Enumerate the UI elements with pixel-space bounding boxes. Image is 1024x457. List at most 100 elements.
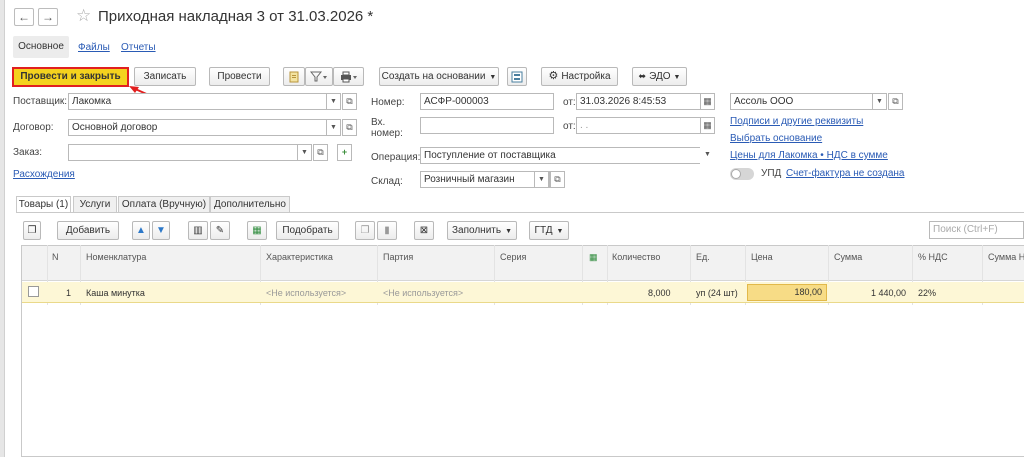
col-batch[interactable]: Партия [383,252,413,262]
in-date-label: от: [563,121,576,132]
fill-label: Заполнить [451,225,502,236]
col-vat[interactable]: % НДС [918,252,948,262]
gtd-button[interactable]: ГТД ▼ [529,221,569,240]
tab-additional[interactable]: Дополнительно [210,196,290,213]
open-icon[interactable]: ⧉ [342,93,357,110]
cell-batch[interactable]: <Не используется> [383,288,463,298]
open-icon[interactable]: ⧉ [342,119,357,136]
cell-unit[interactable]: уп (24 шт) [696,288,738,298]
move-up-button[interactable]: ▲ [132,221,150,240]
chevron-down-icon[interactable]: ▼ [326,93,341,110]
print-doc-button[interactable] [283,67,305,86]
cell-sum[interactable]: 1 440,00 [871,288,906,298]
tab-goods[interactable]: Товары (1) [16,196,71,213]
upd-toggle[interactable] [730,168,754,180]
tab-services[interactable]: Услуги [73,196,117,213]
signatures-link[interactable]: Подписи и другие реквизиты [730,116,863,127]
organization-field[interactable]: Ассоль ООО [730,93,887,110]
chevron-down-icon[interactable]: ▼ [872,93,887,110]
chevron-down-icon[interactable]: ▼ [326,119,341,136]
edo-icon: ⬌ [638,71,647,81]
order-field[interactable] [68,144,312,161]
col-sum[interactable]: Сумма [834,252,862,262]
tab-payment[interactable]: Оплата (Вручную) [118,196,210,213]
chevron-down-icon: ▼ [489,74,497,81]
tab-files[interactable]: Файлы [78,42,110,53]
gtd-label: ГТД [534,225,553,236]
calendar-icon[interactable]: ▦ [700,117,715,134]
col-n[interactable]: N [52,252,59,262]
col-price[interactable]: Цена [751,252,773,262]
excel-button[interactable]: ⊠ [414,221,434,240]
col-characteristic[interactable]: Характеристика [266,252,333,262]
post-and-close-button[interactable]: Провести и закрыть [12,67,129,87]
add-row-button[interactable]: Добавить [57,221,119,240]
row-checkbox[interactable] [28,286,39,297]
toggle-knob [731,169,741,179]
fill-button[interactable]: Заполнить ▼ [447,221,517,240]
col-item[interactable]: Номенклатура [86,252,146,262]
forward-button[interactable]: → [38,8,58,26]
discrepancies-link[interactable]: Расхождения [13,169,75,180]
date-label: от: [563,97,576,108]
favorite-star-icon[interactable]: ☆ [76,6,91,26]
search-input[interactable]: Поиск (Ctrl+F) [929,221,1024,239]
add-order-icon[interactable]: + [337,144,352,161]
operation-label: Операция: [371,152,421,163]
cell-item[interactable]: Каша минутка [86,288,145,298]
number-field[interactable]: АСФР-000003 [420,93,554,110]
edo-label: ЭДО [649,71,671,82]
in-number-label-2: номер: [371,128,403,139]
edo-button[interactable]: ⬌ ЭДО ▼ [632,67,687,86]
columns-button[interactable]: ▮ [377,221,397,240]
cell-quantity[interactable]: 8,000 [648,288,671,298]
operation-field[interactable]: Поступление от поставщика [420,147,715,164]
in-date-field[interactable]: . . [576,117,715,134]
col-vat-sum[interactable]: Сумма Н [988,252,1024,262]
supplier-field[interactable]: Лакомка [68,93,341,110]
create-based-on-button[interactable]: Создать на основании ▼ [379,67,499,86]
cell-characteristic[interactable]: <Не используется> [266,288,346,298]
open-icon[interactable]: ⧉ [313,144,328,161]
move-down-button[interactable]: ▼ [152,221,170,240]
invoice-link[interactable]: Счет-фактура не создана [786,168,905,179]
duplicate-button[interactable]: ❐ [355,221,375,240]
open-icon[interactable]: ⧉ [550,171,565,188]
chevron-down-icon[interactable]: ▼ [297,144,312,161]
chevron-down-icon[interactable]: ▼ [700,147,715,164]
date-field[interactable]: 31.03.2026 8:45:53 [576,93,715,110]
cell-vat[interactable]: 22% [918,288,936,298]
chevron-down-icon[interactable]: ▼ [534,171,549,188]
scanner-button[interactable]: ✎ [210,221,230,240]
post-button[interactable]: Провести [209,67,270,86]
spreadsheet-button[interactable]: ▦ [247,221,267,240]
prices-link[interactable]: Цены для Лакомка • НДС в сумме [730,150,888,161]
printer-icon [340,71,357,83]
print-menu-button[interactable] [333,67,364,86]
contract-field[interactable]: Основной договор [68,119,341,136]
col-unit[interactable]: Ед. [696,252,710,262]
tab-reports[interactable]: Отчеты [121,42,156,53]
warehouse-field[interactable]: Розничный магазин [420,171,550,188]
open-icon[interactable]: ⧉ [888,93,903,110]
back-button[interactable]: ← [14,8,34,26]
gear-icon: ⚙ [548,70,559,82]
cell-n: 1 [66,288,72,298]
settings-button[interactable]: ⚙ Настройка [541,67,618,86]
calendar-icon[interactable]: ▦ [700,93,715,110]
col-quantity[interactable]: Количество [612,252,660,262]
arrow-left-icon: ← [18,10,30,24]
choose-basis-link[interactable]: Выбрать основание [730,133,822,144]
col-series[interactable]: Серия [500,252,526,262]
barcode-button[interactable]: ▥ [188,221,208,240]
tabs-divider [16,212,1024,213]
copy-row-button[interactable]: ❐ [23,221,41,240]
in-number-field[interactable] [420,117,554,134]
pick-button[interactable]: Подобрать [276,221,339,240]
settings-label: Настройка [561,71,611,82]
structure-button[interactable] [507,67,527,86]
tab-main[interactable]: Основное [13,36,69,58]
filter-menu-button[interactable] [305,67,333,86]
barcode-icon: ▥ [193,225,203,236]
cell-price[interactable]: 180,00 [747,284,827,301]
